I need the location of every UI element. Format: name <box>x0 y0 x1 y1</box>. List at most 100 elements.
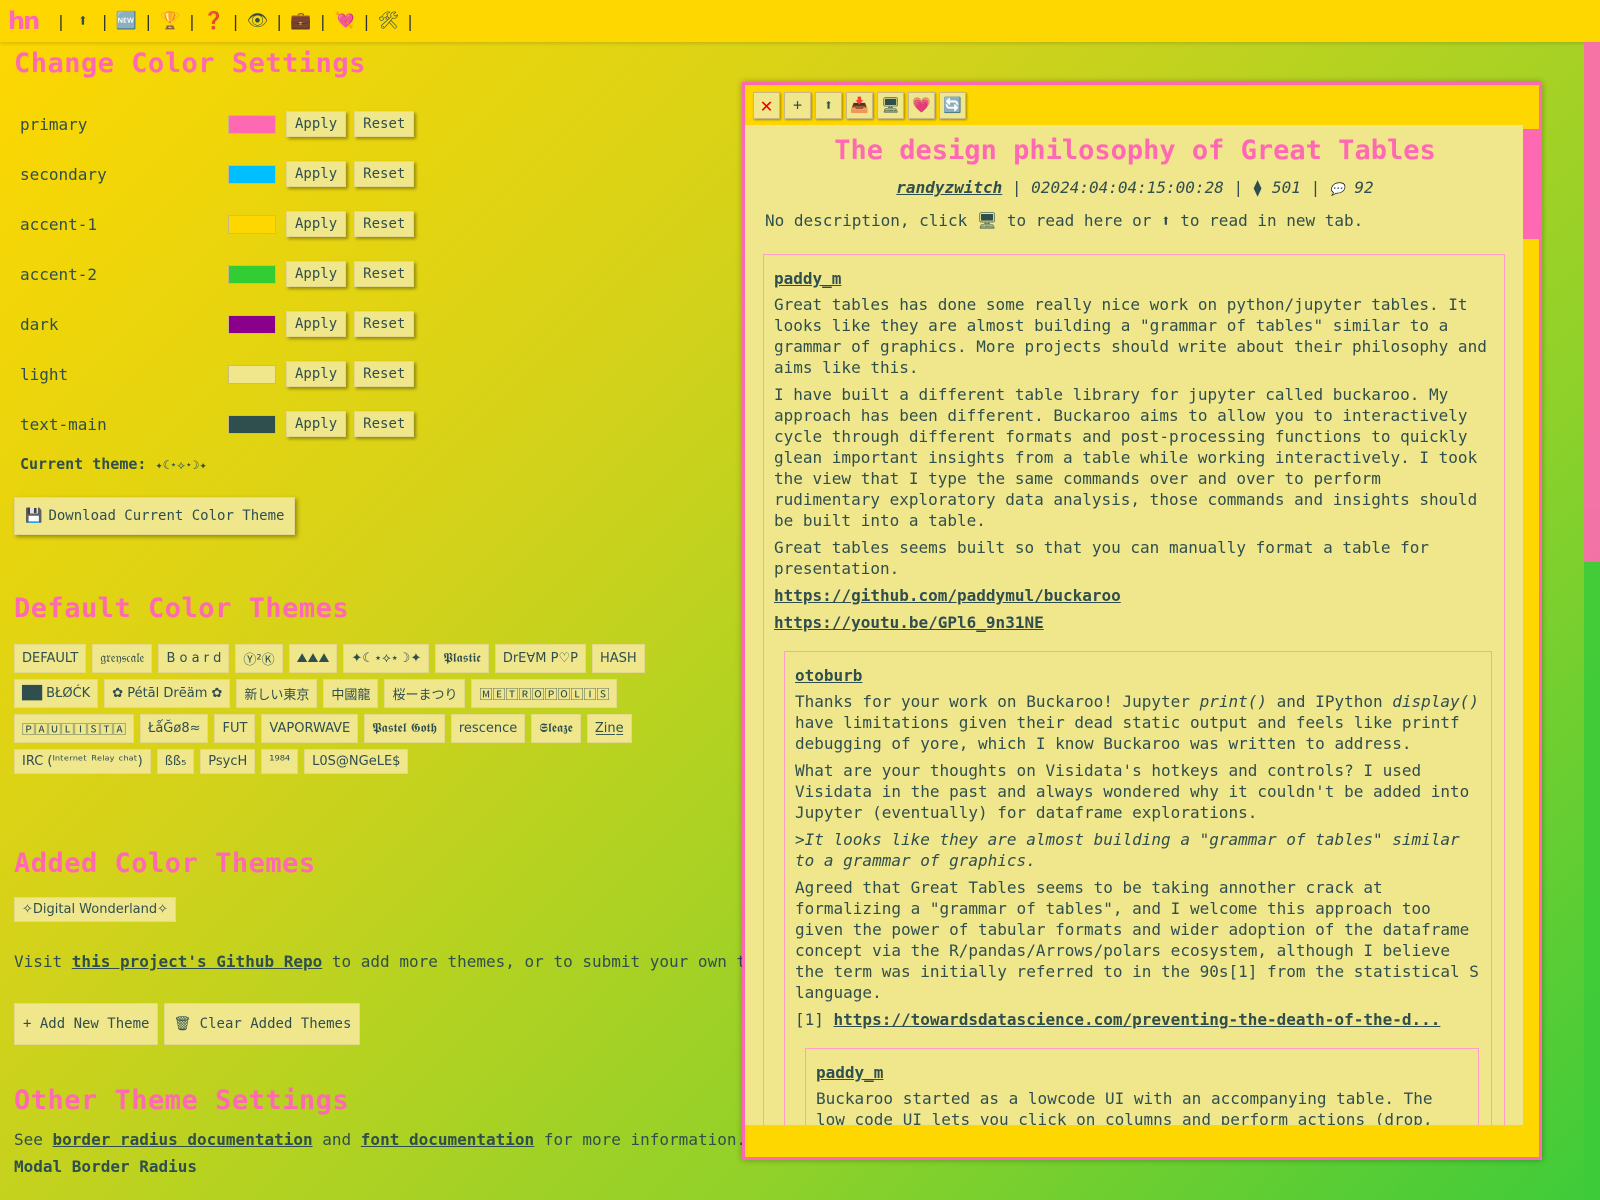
theme-button[interactable]: 𝕻𝖑𝖆𝖘𝖙𝖎𝖈 <box>435 644 489 673</box>
story-author[interactable]: randyzwitch <box>896 178 1002 197</box>
tools-icon[interactable]: 🛠 <box>377 11 400 31</box>
theme-button[interactable]: 🄼🄴🅃🅁🄾🄿🄾🄻🄸🅂 <box>471 679 618 708</box>
nav-separator: | <box>361 11 372 31</box>
theme-button[interactable]: B o a r d <box>158 644 230 673</box>
apply-button[interactable]: Apply <box>286 261 347 287</box>
page-scrollbar[interactable] <box>1584 42 1600 1200</box>
theme-button[interactable]: HASH <box>591 644 645 673</box>
comment-user[interactable]: paddy_m <box>774 269 1492 288</box>
color-swatch[interactable] <box>228 164 276 184</box>
theme-button[interactable]: ✧Digital Wonderland✧ <box>14 897 177 922</box>
color-swatch[interactable] <box>228 414 276 434</box>
theme-button[interactable]: DEFAULT <box>14 644 87 673</box>
theme-button[interactable]: 𝕻𝖆𝖘𝖙𝖊𝖑 𝕲𝖔𝖙𝖍 <box>364 714 445 743</box>
story-title[interactable]: The design philosophy of Great Tables <box>761 135 1509 166</box>
monitor-icon[interactable]: 🖥 <box>877 91 904 119</box>
apply-button[interactable]: Apply <box>286 361 347 387</box>
theme-button[interactable]: ✦☾⋆⟡⋆☽✦ <box>343 644 430 673</box>
color-swatch[interactable] <box>228 264 276 284</box>
refresh-icon[interactable]: 🔄 <box>939 91 966 119</box>
reset-button[interactable]: Reset <box>354 411 415 437</box>
eye-icon[interactable]: 👁 <box>246 11 269 31</box>
color-name: light <box>20 364 69 384</box>
modal-scrollbar[interactable] <box>1523 125 1539 1125</box>
github-repo-link[interactable]: this project's Github Repo <box>72 952 322 971</box>
apply-button[interactable]: Apply <box>286 161 347 187</box>
plus-icon[interactable]: + <box>784 91 811 119</box>
theme-button[interactable]: IRC (ᴵⁿᵗᵉʳⁿᵉᵗ ᴿᵉˡᵃʸ ᶜʰᵃᵗ) <box>14 749 151 774</box>
reset-button[interactable]: Reset <box>354 211 415 237</box>
color-name: accent-2 <box>20 264 98 284</box>
theme-button[interactable]: 新しい東京 <box>236 679 318 708</box>
new-icon[interactable]: 🆕 <box>115 11 137 31</box>
theme-button[interactable]: 中國龍 <box>323 679 379 708</box>
trash-icon: 🗑 <box>173 1016 192 1032</box>
heart-arrow-icon[interactable]: 💘 <box>334 11 356 31</box>
theme-button[interactable]: ßß₅ <box>156 749 195 774</box>
comment-link[interactable]: https://towardsdatascience.com/preventin… <box>834 1010 1441 1029</box>
theme-button[interactable]: ██ BŁØĆK <box>14 679 99 708</box>
reset-button[interactable]: Reset <box>354 311 415 337</box>
comment-link[interactable]: https://youtu.be/GPl6_9n31NE <box>774 613 1044 632</box>
apply-button[interactable]: Apply <box>286 411 347 437</box>
open-new-tab-icon[interactable]: ⬆ <box>815 91 842 119</box>
modal-content[interactable]: The design philosophy of Great Tables ra… <box>745 125 1523 1125</box>
border-radius-doc-link[interactable]: border radius documentation <box>53 1130 313 1149</box>
theme-button[interactable]: 𝔤𝔯𝔢𝔶𝔰𝔠𝔞𝔩𝔢 <box>92 644 153 673</box>
comment-user[interactable]: otoburb <box>795 666 1479 685</box>
monitor-icon[interactable]: 🖥 <box>977 211 997 230</box>
theme-button[interactable]: ✿ Pétāl Drēäm ✿ <box>104 679 231 708</box>
theme-actions: + Add New Theme 🗑 Clear Added Themes <box>14 1003 734 1045</box>
apply-button[interactable]: Apply <box>286 211 347 237</box>
comment-text: Agreed that Great Tables seems to be tak… <box>795 878 1479 1002</box>
nav-separator: | <box>56 11 66 31</box>
color-swatch[interactable] <box>228 364 276 384</box>
modal-scrollbar-thumb[interactable] <box>1523 129 1539 239</box>
page-scrollbar-thumb[interactable] <box>1584 562 1600 1200</box>
clear-added-themes-button[interactable]: 🗑 Clear Added Themes <box>164 1003 361 1045</box>
top-icon[interactable]: ⬆ <box>72 11 94 31</box>
trophy-icon[interactable]: 🏆 <box>159 11 181 31</box>
documentation-text: See border radius documentation and font… <box>14 1130 746 1149</box>
color-row-primary: primary Apply Reset <box>14 99 734 149</box>
theme-button[interactable]: VAPORWAVE <box>261 714 359 743</box>
font-doc-link[interactable]: font documentation <box>361 1130 534 1149</box>
theme-button[interactable]: ŁǻĞø8≈ <box>140 714 209 743</box>
theme-button[interactable]: PsycH <box>200 749 256 774</box>
theme-button[interactable]: rescence <box>450 714 526 743</box>
heart-icon[interactable]: 💗 <box>908 91 935 119</box>
inbox-icon[interactable]: 📥 <box>846 91 873 119</box>
reset-button[interactable]: Reset <box>354 261 415 287</box>
open-new-tab-icon[interactable]: ⬆ <box>1161 211 1171 230</box>
question-icon[interactable]: ❓ <box>203 11 225 31</box>
reset-button[interactable]: Reset <box>354 161 415 187</box>
modal-border-radius-label: Modal Border Radius <box>14 1157 198 1176</box>
color-swatch[interactable] <box>228 114 276 134</box>
reset-button[interactable]: Reset <box>354 361 415 387</box>
theme-button[interactable]: L0S@NGeLE$ <box>304 749 409 774</box>
download-theme-button[interactable]: 💾 Download Current Color Theme <box>14 497 296 535</box>
add-new-theme-button[interactable]: + Add New Theme <box>14 1003 159 1045</box>
theme-button[interactable]: Ⓨ²Ⓚ <box>235 644 283 673</box>
comment-user[interactable]: paddy_m <box>816 1063 1466 1082</box>
comment-link[interactable]: https://github.com/paddymul/buckaroo <box>774 586 1121 605</box>
theme-button[interactable]: Z̲i̲n̲e̲ <box>586 714 632 743</box>
color-name: secondary <box>20 164 107 184</box>
apply-button[interactable]: Apply <box>286 111 347 137</box>
briefcase-icon[interactable]: 💼 <box>290 11 312 31</box>
hn-logo[interactable]: hn <box>8 7 40 35</box>
reset-button[interactable]: Reset <box>354 111 415 137</box>
theme-button[interactable]: 🄿🄰🅄🄻🄸🅂🅃🄰 <box>14 714 135 743</box>
theme-button[interactable]: FUT <box>214 714 256 743</box>
theme-button[interactable]: 𝕾𝖑𝖊𝖆𝖟𝖊 <box>531 714 581 743</box>
theme-button[interactable]: DrE∀M P♡P <box>494 644 586 673</box>
nav-icon-row: | ⬆ | 🆕 | 🏆 | ❓ | 👁 | 💼 | 💘 | 🛠 | <box>50 11 421 31</box>
color-swatch[interactable] <box>228 214 276 234</box>
nav-separator: | <box>143 11 154 31</box>
close-icon[interactable]: ✕ <box>753 91 780 119</box>
color-swatch[interactable] <box>228 314 276 334</box>
theme-button[interactable]: ¹⁹⁸⁴ <box>261 749 299 774</box>
apply-button[interactable]: Apply <box>286 311 347 337</box>
theme-button[interactable]: 桜ーまつり <box>384 679 466 708</box>
theme-button[interactable]: ⛰⛰⛰ <box>288 644 338 673</box>
